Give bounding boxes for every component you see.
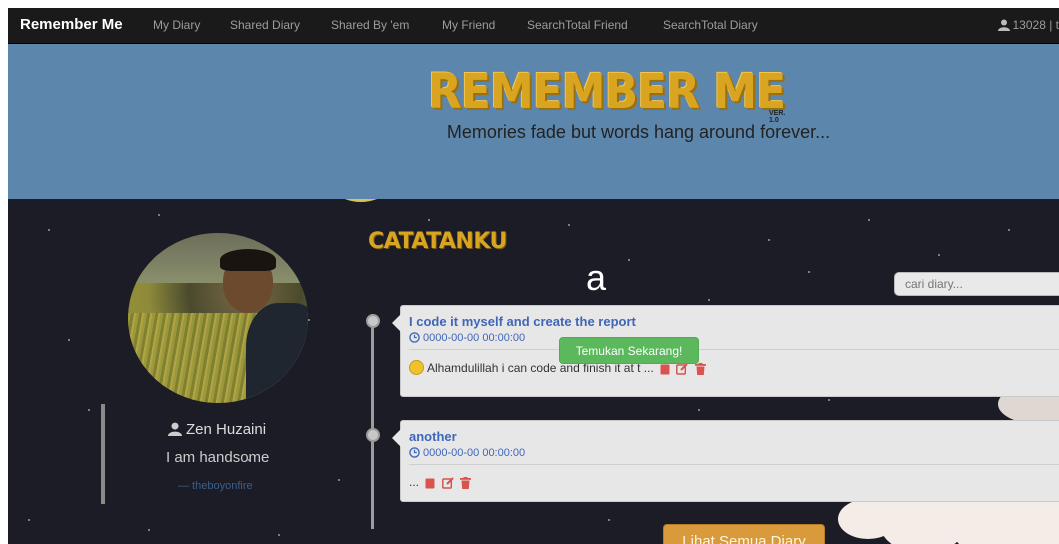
trash-icon[interactable] xyxy=(694,363,706,378)
star-decoration xyxy=(808,271,810,273)
star-decoration xyxy=(768,239,770,241)
nav-search-total-friend[interactable]: SearchTotal Friend xyxy=(527,18,628,32)
content-area: Zen Huzaini I am handsome — theboyonfire… xyxy=(8,199,1059,544)
top-navbar: Remember Me My Diary Shared Diary Shared… xyxy=(8,8,1059,44)
star-decoration xyxy=(308,319,310,321)
diary-search-input[interactable] xyxy=(894,272,1059,296)
nav-my-diary[interactable]: My Diary xyxy=(153,18,200,32)
book-icon[interactable] xyxy=(660,364,670,378)
star-decoration xyxy=(28,519,30,521)
clock-icon xyxy=(409,447,420,458)
user-icon xyxy=(168,422,182,436)
nav-my-friend[interactable]: My Friend xyxy=(442,18,495,32)
star-decoration xyxy=(1008,229,1010,231)
profile-bio: I am handsome xyxy=(166,449,270,466)
logo-text: REMEMBER ME xyxy=(428,64,786,121)
timeline-dot xyxy=(366,428,380,442)
profile-name: Zen Huzaini xyxy=(186,421,267,438)
quote-bar xyxy=(101,404,105,504)
edit-icon[interactable] xyxy=(441,477,454,492)
star-decoration xyxy=(278,534,280,536)
moon-decoration xyxy=(345,199,377,202)
user-icon xyxy=(997,19,1010,31)
star-decoration xyxy=(828,399,830,401)
diary-title[interactable]: I code it myself and create the report xyxy=(409,314,636,329)
diary-card: another 0000-00-00 00:00:00 ... xyxy=(392,420,1059,502)
view-all-diary-button[interactable]: Lihat Semua Diary xyxy=(663,524,825,544)
star-decoration xyxy=(88,409,90,411)
star-decoration xyxy=(568,224,570,226)
brand-link[interactable]: Remember Me xyxy=(20,16,123,33)
star-decoration xyxy=(48,229,50,231)
star-decoration xyxy=(938,254,940,256)
star-decoration xyxy=(68,339,70,341)
divider xyxy=(409,464,1059,465)
star-decoration xyxy=(708,299,710,301)
nav-search-total-diary[interactable]: SearchTotal Diary xyxy=(663,18,758,32)
trash-icon[interactable] xyxy=(460,477,472,492)
find-now-toast[interactable]: Temukan Sekarang! xyxy=(559,337,699,364)
diary-actions xyxy=(425,477,474,492)
star-decoration xyxy=(148,529,150,531)
diary-date: 0000-00-00 00:00:00 xyxy=(409,332,525,344)
diary-date-text: 0000-00-00 00:00:00 xyxy=(423,447,526,459)
tagline: Memories fade but words hang around fore… xyxy=(446,122,831,142)
star-decoration xyxy=(698,409,700,411)
avatar xyxy=(128,233,308,403)
user-label: 13028 | t xyxy=(1012,18,1059,32)
diary-title[interactable]: another xyxy=(409,429,457,444)
header-banner: REMEMBER ME VER. 1.0 Memories fade but w… xyxy=(8,44,1059,199)
clock-icon xyxy=(409,332,420,343)
section-title: CATATANKU xyxy=(368,229,507,254)
diary-actions xyxy=(660,363,709,378)
timeline-dot xyxy=(366,314,380,328)
edit-icon[interactable] xyxy=(676,363,689,378)
user-menu[interactable]: 13028 | t xyxy=(997,18,1059,32)
nav-shared-diary[interactable]: Shared Diary xyxy=(230,18,300,32)
star-decoration xyxy=(158,214,160,216)
divider xyxy=(409,349,1059,350)
profile-name-row: Zen Huzaini xyxy=(168,421,266,438)
smiley-icon xyxy=(409,360,424,375)
stray-text: a xyxy=(586,257,607,298)
star-decoration xyxy=(868,219,870,221)
app-frame: Remember Me My Diary Shared Diary Shared… xyxy=(8,8,1059,544)
diary-date-text: 0000-00-00 00:00:00 xyxy=(423,332,526,344)
nav-shared-by-em[interactable]: Shared By 'em xyxy=(331,18,409,32)
star-decoration xyxy=(338,479,340,481)
diary-card: I code it myself and create the report 0… xyxy=(392,305,1059,397)
app-logo: REMEMBER ME VER. 1.0 xyxy=(428,64,788,124)
star-decoration xyxy=(608,519,610,521)
star-decoration xyxy=(428,219,430,221)
diary-date: 0000-00-00 00:00:00 xyxy=(409,447,525,459)
diary-excerpt: ... xyxy=(409,475,420,489)
book-icon[interactable] xyxy=(425,478,435,492)
profile-handle[interactable]: — theboyonfire xyxy=(178,480,253,492)
diary-excerpt-row: ... xyxy=(409,475,474,492)
star-decoration xyxy=(628,259,630,261)
timeline-line xyxy=(371,314,374,529)
